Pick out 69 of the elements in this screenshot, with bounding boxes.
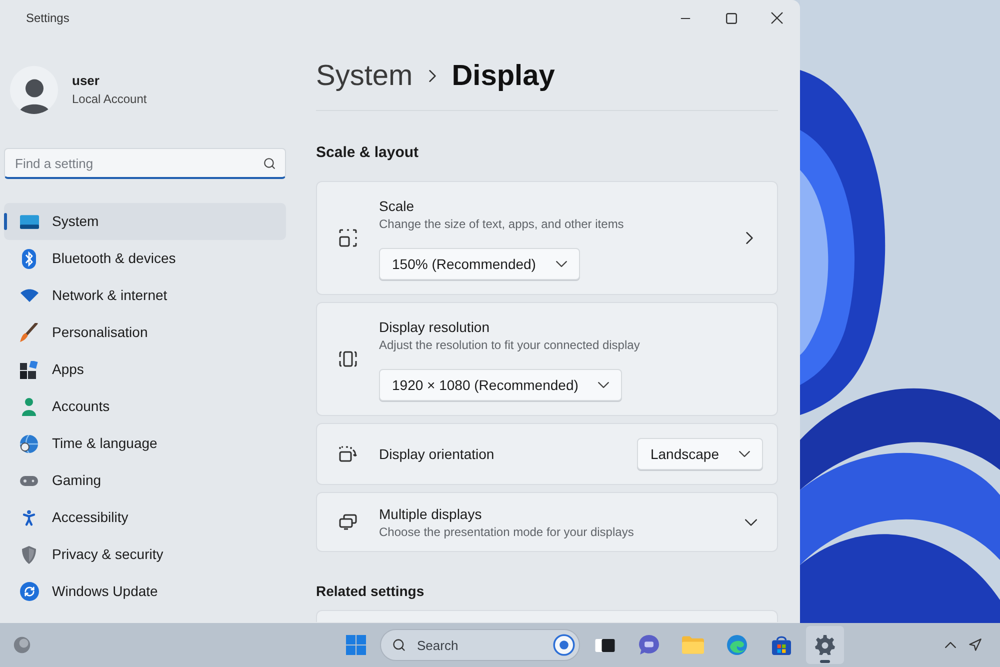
multiple-monitors-icon xyxy=(339,514,357,530)
sidebar-item[interactable]: Gaming xyxy=(4,462,286,499)
chevron-down-icon xyxy=(598,382,610,388)
card-title: Multiple displays xyxy=(379,505,483,524)
sidebar-item[interactable]: Accessibility xyxy=(4,499,286,536)
dropdown[interactable]: 150% (Recommended) xyxy=(379,248,580,280)
taskbar-search-field[interactable]: Search xyxy=(380,629,580,661)
card-description: Choose the presentation mode for your displays xyxy=(379,524,635,540)
gear-icon xyxy=(815,635,835,655)
folder-icon xyxy=(682,636,704,654)
card-title: Display resolution xyxy=(379,318,490,337)
chevron-up-icon[interactable] xyxy=(945,642,956,648)
round-badge-icon xyxy=(553,634,575,656)
paintbrush-icon xyxy=(20,323,38,342)
search-icon xyxy=(392,638,406,652)
section-title: Scale & layout xyxy=(316,143,420,163)
active-indicator xyxy=(820,660,830,663)
sidebar-item[interactable]: Time & language xyxy=(4,425,286,462)
page-title: Display xyxy=(452,59,555,94)
chevron-down-icon xyxy=(739,451,750,457)
navigation-arrow-icon[interactable] xyxy=(968,638,982,652)
bluetooth-icon xyxy=(22,248,36,268)
settings-card[interactable]: Multiple displays Choose the presentation mode for your displays xyxy=(316,492,778,552)
dropdown[interactable]: 1920 × 1080 (Recommended) xyxy=(379,369,622,401)
close-icon xyxy=(771,12,783,24)
person-icon xyxy=(22,398,36,416)
apps-grid-icon xyxy=(20,360,38,378)
chevron-right-icon xyxy=(746,232,753,244)
shopping-bag-icon xyxy=(772,636,790,654)
breadcrumb-link[interactable]: System xyxy=(316,56,413,96)
sidebar-item[interactable]: System xyxy=(4,203,286,240)
settings-card[interactable]: Scale Change the size of text, apps, and other items 150% (Recommended) xyxy=(316,181,778,295)
sidebar-item[interactable]: Privacy & security xyxy=(4,536,286,573)
game-controller-icon xyxy=(20,476,38,486)
wifi-icon xyxy=(20,289,38,302)
swirl-circle-icon xyxy=(727,635,747,655)
find-setting-field[interactable]: Find a setting xyxy=(4,148,286,179)
sidebar-item[interactable]: Accounts xyxy=(4,388,286,425)
scale-icon xyxy=(339,229,357,247)
maximize-icon xyxy=(726,12,736,24)
selection-indicator xyxy=(4,213,7,230)
card-title: Scale xyxy=(379,197,416,216)
shield-icon xyxy=(22,546,36,564)
sidebar-item[interactable]: Windows Update xyxy=(4,573,286,610)
sidebar-item[interactable]: Apps xyxy=(4,351,286,388)
search-icon xyxy=(263,157,276,170)
globe-clock-icon xyxy=(20,434,38,452)
overlapping-squares-icon xyxy=(595,638,615,652)
chevron-down-icon xyxy=(556,261,567,267)
monitor-icon xyxy=(20,214,38,228)
screen-brackets-icon xyxy=(339,351,357,367)
card-description: Adjust the resolution to fit your connected display xyxy=(379,337,641,353)
section-title: Related settings xyxy=(316,582,426,600)
window-title: Settings xyxy=(26,10,70,27)
sidebar-item[interactable]: Bluetooth & devices xyxy=(4,240,286,277)
account-type: Local Account xyxy=(72,91,147,108)
user-silhouette-icon xyxy=(18,78,50,114)
sidebar-item[interactable]: Personalisation xyxy=(4,314,286,351)
card-title: Display orientation xyxy=(379,445,496,464)
refresh-icon xyxy=(20,582,38,601)
card-description: Change the size of text, apps, and other items xyxy=(379,216,625,232)
chat-bubble-icon xyxy=(639,635,659,655)
rotate-screen-icon xyxy=(339,446,357,462)
user-name: user xyxy=(72,72,100,90)
four-squares-icon xyxy=(346,635,366,655)
sidebar-item[interactable]: Network & internet xyxy=(4,277,286,314)
circle-icon xyxy=(13,636,31,654)
dropdown[interactable]: Landscape xyxy=(637,438,763,470)
chevron-right-icon xyxy=(428,70,436,82)
